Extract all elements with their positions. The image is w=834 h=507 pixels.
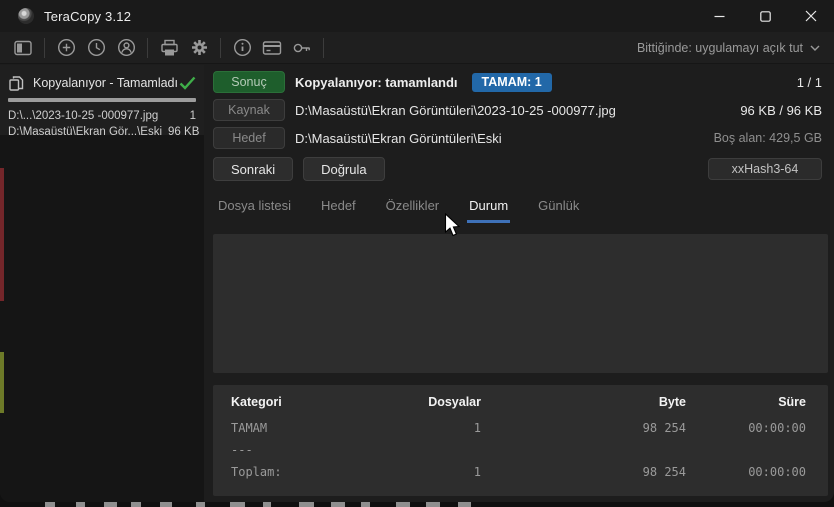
table-cell: 00:00:00 — [686, 465, 806, 487]
task-file-count: 1 — [190, 108, 196, 124]
tab-target[interactable]: Hedef — [319, 198, 358, 223]
history-button[interactable] — [81, 35, 111, 61]
close-button[interactable] — [788, 0, 834, 32]
result-ok-badge: TAMAM: 1 — [472, 73, 552, 92]
task-size: 96 KB — [168, 124, 199, 140]
hash-algorithm-button[interactable]: xxHash3-64 — [708, 158, 822, 180]
toolbar: Bittiğinde: uygulamayı açık tut — [0, 32, 834, 64]
background-window-sliver-red — [0, 168, 4, 301]
target-row: Hedef D:\Masaüstü\Ekran Görüntüleri\Eski… — [213, 127, 822, 149]
on-finish-dropdown[interactable]: Bittiğinde: uygulamayı açık tut — [637, 41, 820, 55]
license-card-icon — [262, 40, 282, 56]
status-detail-panel — [213, 234, 828, 373]
print-icon — [160, 39, 179, 57]
result-button[interactable]: Sonuç — [213, 71, 285, 93]
source-path: D:\Masaüstü\Ekran Görüntüleri\2023-10-25… — [295, 103, 616, 118]
task-progress-bar — [8, 98, 196, 102]
col-header-bytes: Byte — [481, 395, 686, 421]
table-cell — [686, 443, 806, 465]
task-target-path: D:\Masaüstü\Ekran Gör...\Eski — [8, 124, 162, 140]
table-cell — [381, 443, 481, 465]
task-target-line: D:\Masaüstü\Ekran Gör...\Eski 96 KB — [8, 124, 196, 140]
files-progress: 1 / 1 — [797, 75, 822, 90]
chevron-down-icon — [810, 45, 820, 51]
close-icon — [805, 10, 817, 22]
table-cell: TAMAM — [231, 421, 381, 443]
about-button[interactable] — [227, 35, 257, 61]
add-icon — [57, 38, 76, 57]
table-cell: 1 — [381, 421, 481, 443]
next-button[interactable]: Sonraki — [213, 157, 293, 181]
table-cell: 1 — [381, 465, 481, 487]
source-row: Kaynak D:\Masaüstü\Ekran Görüntüleri\202… — [213, 99, 822, 121]
source-button[interactable]: Kaynak — [213, 99, 285, 121]
window-controls — [696, 0, 834, 32]
status-summary-panel: Kategori Dosyalar Byte Süre TAMAM 1 98 2… — [213, 385, 828, 496]
detail-tabs: Dosya listesi Hedef Özellikler Durum Gün… — [216, 198, 581, 223]
user-button[interactable] — [111, 35, 141, 61]
verify-button[interactable]: Doğrula — [303, 157, 385, 181]
print-button[interactable] — [154, 35, 184, 61]
teracopy-logo-icon — [18, 8, 34, 24]
task-progress-fill — [8, 98, 196, 102]
table-cell: 98 254 — [481, 421, 686, 443]
task-source-line: D:\...\2023-10-25 -000977.jpg 1 — [8, 108, 196, 124]
background-window-sliver-green — [0, 352, 4, 413]
free-space: Boş alan: 429,5 GB — [714, 131, 822, 145]
minimize-button[interactable] — [696, 0, 742, 32]
toolbar-separator — [44, 38, 45, 58]
col-header-category: Kategori — [231, 395, 381, 421]
key-icon — [292, 41, 312, 55]
table-cell: 98 254 — [481, 465, 686, 487]
toolbar-separator — [220, 38, 221, 58]
user-icon — [117, 38, 136, 57]
toolbar-separator — [323, 38, 324, 58]
sidebar-toggle-button[interactable] — [8, 35, 38, 61]
minimize-icon — [714, 11, 725, 22]
gear-icon — [190, 38, 209, 57]
target-path: D:\Masaüstü\Ekran Görüntüleri\Eski — [295, 131, 502, 146]
tab-status[interactable]: Durum — [467, 198, 510, 223]
result-row: Sonuç Kopyalanıyor: tamamlandı TAMAM: 1 … — [213, 71, 822, 93]
settings-button[interactable] — [184, 35, 214, 61]
bytes-progress: 96 KB / 96 KB — [740, 103, 822, 118]
task-title: Kopyalanıyor - Tamamladı — [33, 76, 178, 90]
result-status-text: Kopyalanıyor: tamamlandı — [295, 75, 458, 90]
status-table: Kategori Dosyalar Byte Süre TAMAM 1 98 2… — [213, 385, 828, 487]
table-cell: Toplam: — [231, 465, 381, 487]
table-cell — [481, 443, 686, 465]
tab-log[interactable]: Günlük — [536, 198, 581, 223]
table-cell: 00:00:00 — [686, 421, 806, 443]
info-icon — [233, 38, 252, 57]
task-list-sidebar: Kopyalanıyor - Tamamladı D:\...\2023-10-… — [0, 65, 204, 502]
task-source-path: D:\...\2023-10-25 -000977.jpg — [8, 108, 158, 124]
actions-row: Sonraki Doğrula xxHash3-64 — [213, 157, 822, 181]
on-finish-label: Bittiğinde: uygulamayı açık tut — [637, 41, 803, 55]
maximize-icon — [760, 11, 771, 22]
maximize-button[interactable] — [742, 0, 788, 32]
title-bar: TeraCopy 3.12 — [0, 0, 834, 32]
check-icon — [179, 76, 196, 90]
table-cell: --- — [231, 443, 381, 465]
target-button[interactable]: Hedef — [213, 127, 285, 149]
tab-file-list[interactable]: Dosya listesi — [216, 198, 293, 223]
task-item[interactable]: Kopyalanıyor - Tamamladı D:\...\2023-10-… — [0, 65, 204, 135]
window-title: TeraCopy 3.12 — [44, 9, 131, 24]
add-task-button[interactable] — [51, 35, 81, 61]
col-header-time: Süre — [686, 395, 806, 421]
sidebar-toggle-icon — [14, 40, 32, 56]
col-header-files: Dosyalar — [381, 395, 481, 421]
background-window-fragment — [0, 502, 834, 507]
tab-properties[interactable]: Özellikler — [384, 198, 441, 223]
teracopy-window: TeraCopy 3.12 — [0, 0, 834, 502]
copy-task-icon — [8, 75, 25, 92]
unlock-button[interactable] — [287, 35, 317, 61]
toolbar-separator — [147, 38, 148, 58]
history-icon — [87, 38, 106, 57]
license-button[interactable] — [257, 35, 287, 61]
